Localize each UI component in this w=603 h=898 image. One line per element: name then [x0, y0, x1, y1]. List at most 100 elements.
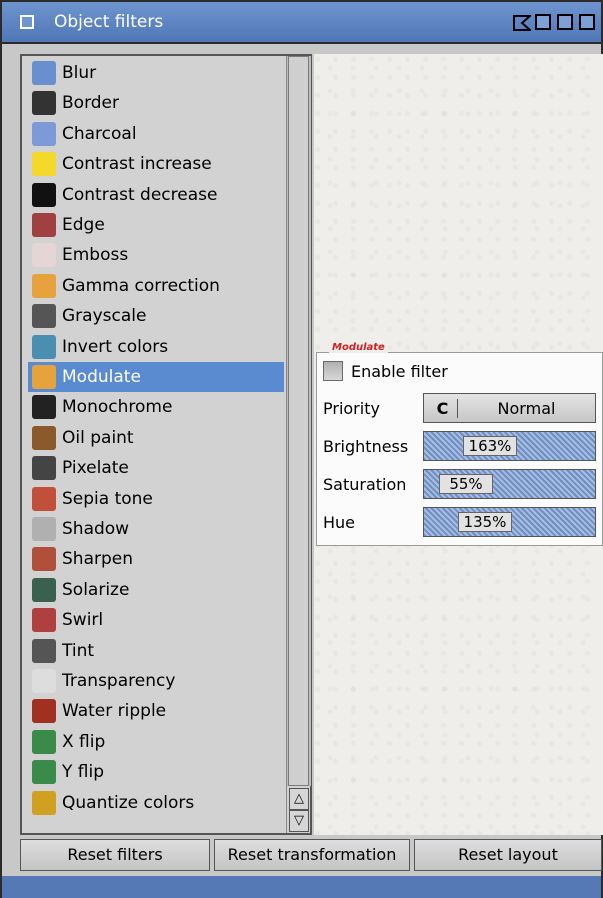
contrast-decrease-icon [32, 182, 56, 207]
quantize-icon [32, 790, 56, 815]
group-title: Modulate [329, 342, 388, 353]
list-item[interactable]: Swirl [28, 605, 284, 635]
snapshot-icon[interactable] [535, 14, 551, 30]
zoom-icon[interactable] [557, 14, 573, 30]
priority-cycle-button[interactable]: C Normal [423, 393, 596, 423]
saturation-row: Saturation [323, 475, 406, 494]
pixelate-icon [32, 456, 56, 481]
priority-label: Priority [323, 399, 380, 418]
list-item-label: Sepia tone [62, 488, 153, 509]
y-flip-icon [32, 760, 56, 785]
list-item[interactable]: Modulate [28, 362, 284, 392]
list-item[interactable]: Transparency [28, 666, 284, 696]
edge-icon [32, 213, 56, 237]
priority-row: Priority [323, 399, 380, 418]
list-item[interactable]: Contrast decrease [28, 180, 284, 210]
enable-filter-label[interactable]: Enable filter [351, 362, 448, 381]
list-item[interactable]: Sepia tone [28, 484, 284, 514]
list-item[interactable]: Sharpen [28, 544, 284, 574]
cycle-icon: C [428, 398, 458, 418]
monochrome-icon [32, 395, 56, 420]
x-flip-icon [32, 729, 56, 754]
depth-icon[interactable] [579, 14, 595, 30]
enable-filter-checkbox[interactable] [323, 361, 343, 381]
list-item[interactable]: Tint [28, 636, 284, 666]
list-item[interactable]: Contrast increase [28, 149, 284, 179]
list-item-label: Y flip [62, 762, 105, 783]
list-item-label: Contrast decrease [62, 184, 218, 205]
hue-knob[interactable]: 135% [458, 512, 512, 532]
title-gadgets [513, 14, 595, 31]
brightness-row: Brightness [323, 437, 408, 456]
list-item-label: Swirl [62, 610, 104, 631]
list-item[interactable]: Invert colors [28, 332, 284, 362]
list-item[interactable]: Edge [28, 210, 284, 240]
list-item[interactable]: Solarize [28, 575, 284, 605]
scroll-track[interactable] [287, 56, 311, 786]
saturation-slider[interactable]: 55% [423, 469, 596, 499]
list-item-label: X flip [62, 731, 106, 752]
window-title: Object filters [54, 12, 164, 32]
hue-slider[interactable]: 135% [423, 507, 596, 537]
enable-filter-row[interactable]: Enable filter [323, 361, 448, 381]
swirl-icon [32, 608, 56, 633]
list-item[interactable]: X flip [28, 727, 284, 757]
status-bar [2, 876, 601, 898]
scroll-down-icon[interactable]: ▽ [289, 810, 309, 832]
title-bar[interactable]: Object filters [0, 0, 603, 44]
tint-icon [32, 638, 56, 663]
list-item[interactable]: Quantize colors [28, 788, 284, 818]
sharpen-icon [32, 547, 56, 572]
reset-layout-button[interactable]: Reset layout [414, 839, 602, 871]
filter-list-frame: Blur Border Charcoal Contrast increase Contr… [20, 54, 312, 835]
water-ripple-icon [32, 699, 56, 724]
list-item-label: Pixelate [62, 458, 129, 479]
list-item-label: Oil paint [62, 427, 134, 448]
priority-value: Normal [497, 398, 556, 418]
scroll-knob[interactable] [288, 56, 309, 786]
list-item[interactable]: Grayscale [28, 301, 284, 331]
grayscale-icon [32, 304, 56, 329]
reset-filters-button[interactable]: Reset filters [20, 839, 210, 871]
list-item-label: Shadow [62, 519, 130, 539]
modulate-group: Modulate Enable filter Priority C Normal… [316, 342, 603, 546]
filter-settings-pane: Modulate Enable filter Priority C Normal… [314, 54, 603, 835]
emboss-icon [32, 243, 56, 268]
brightness-knob[interactable]: 163% [463, 436, 517, 456]
list-item[interactable]: Blur [28, 58, 284, 88]
close-icon[interactable] [20, 15, 34, 29]
list-item[interactable]: Oil paint [28, 423, 284, 453]
saturation-knob[interactable]: 55% [439, 474, 493, 494]
list-item-label: Sharpen [62, 549, 133, 570]
list-item[interactable]: Emboss [28, 240, 284, 270]
hue-row: Hue [323, 513, 355, 532]
list-item[interactable]: Shadow [28, 514, 284, 544]
invert-icon [32, 334, 56, 359]
list-item[interactable]: Gamma correction [28, 271, 284, 301]
list-item[interactable]: Monochrome [28, 392, 284, 422]
filter-list[interactable]: Blur Border Charcoal Contrast increase Contr… [28, 58, 284, 828]
list-item-label: Water ripple [62, 701, 167, 722]
blur-icon [32, 61, 56, 85]
list-item-label: Border [62, 93, 119, 114]
list-item[interactable]: Charcoal [28, 119, 284, 149]
list-item-label: Gamma correction [62, 275, 220, 296]
scroll-up-icon[interactable]: △ [289, 788, 309, 810]
list-item[interactable]: Water ripple [28, 696, 284, 726]
list-item-label: Invert colors [62, 336, 169, 357]
modulate-icon [32, 365, 56, 389]
iconify-icon[interactable] [513, 14, 531, 31]
brightness-slider[interactable]: 163% [423, 431, 596, 461]
list-item-label: Contrast increase [62, 154, 212, 175]
list-item[interactable]: Border [28, 88, 284, 118]
transparency-icon [32, 669, 56, 693]
list-item[interactable]: Y flip [28, 757, 284, 787]
reset-transformation-button[interactable]: Reset transformation [214, 839, 410, 871]
list-item-label: Tint [62, 640, 95, 661]
list-item-label: Quantize colors [62, 792, 195, 813]
list-scrollbar[interactable]: △ ▽ [286, 56, 311, 833]
list-item[interactable]: Pixelate [28, 453, 284, 483]
border-icon [32, 91, 56, 116]
oil-paint-icon [32, 425, 56, 450]
list-item-label: Blur [62, 63, 97, 83]
